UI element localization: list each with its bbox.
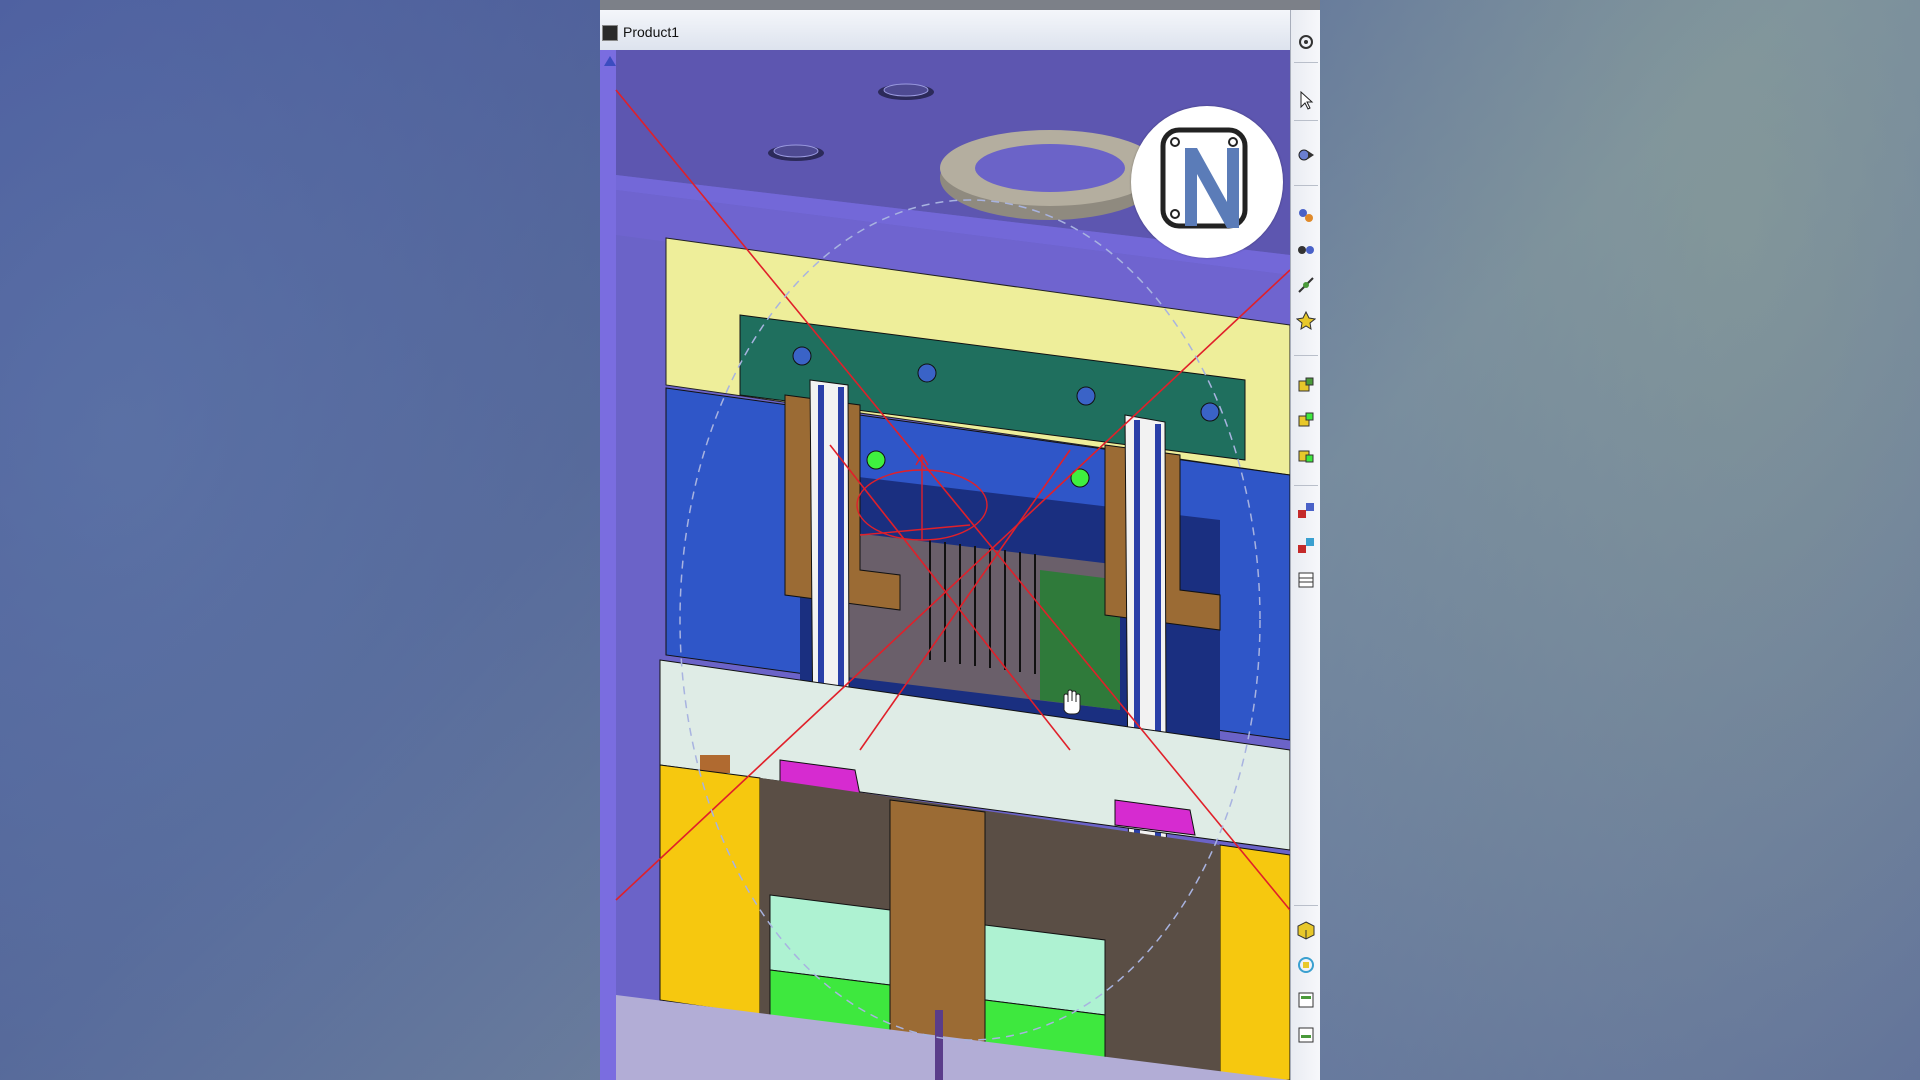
manipulate-tool-icon[interactable] bbox=[1296, 535, 1316, 555]
options-tool-icon[interactable] bbox=[1296, 32, 1316, 52]
document-icon bbox=[602, 25, 618, 41]
3d-viewport[interactable] bbox=[600, 50, 1290, 1080]
select-arrow-icon[interactable] bbox=[1296, 90, 1316, 110]
catalog-tool-icon[interactable] bbox=[1296, 990, 1316, 1010]
background-left bbox=[0, 0, 600, 1080]
right-toolbar bbox=[1290, 10, 1320, 1080]
cad-application-window: Product1 bbox=[600, 0, 1320, 1080]
catalog-browser-icon[interactable] bbox=[1296, 1025, 1316, 1045]
document-title: Product1 bbox=[623, 24, 680, 40]
axis-tool-icon[interactable] bbox=[1296, 275, 1316, 295]
assembly-tool-icon[interactable] bbox=[1296, 205, 1316, 225]
document-title-bar[interactable]: Product1 bbox=[600, 10, 1290, 51]
hand-cursor-icon bbox=[1063, 689, 1081, 715]
insert-existing-icon[interactable] bbox=[1296, 410, 1316, 430]
explode-tool-icon[interactable] bbox=[1295, 310, 1317, 330]
constraint-tool-icon[interactable] bbox=[1296, 240, 1316, 260]
logo-n-letter bbox=[1185, 148, 1239, 228]
table-tool-icon[interactable] bbox=[1296, 570, 1316, 590]
analysis-tool-icon[interactable] bbox=[1296, 955, 1316, 975]
background-right bbox=[1320, 0, 1920, 1080]
n-logo-watermark bbox=[1131, 106, 1283, 258]
cube-tool-icon[interactable] bbox=[1296, 920, 1316, 940]
snap-tool-icon[interactable] bbox=[1296, 145, 1316, 165]
move-tool-icon[interactable] bbox=[1296, 500, 1316, 520]
insert-component-icon[interactable] bbox=[1296, 375, 1316, 395]
insert-new-part-icon[interactable] bbox=[1296, 445, 1316, 465]
